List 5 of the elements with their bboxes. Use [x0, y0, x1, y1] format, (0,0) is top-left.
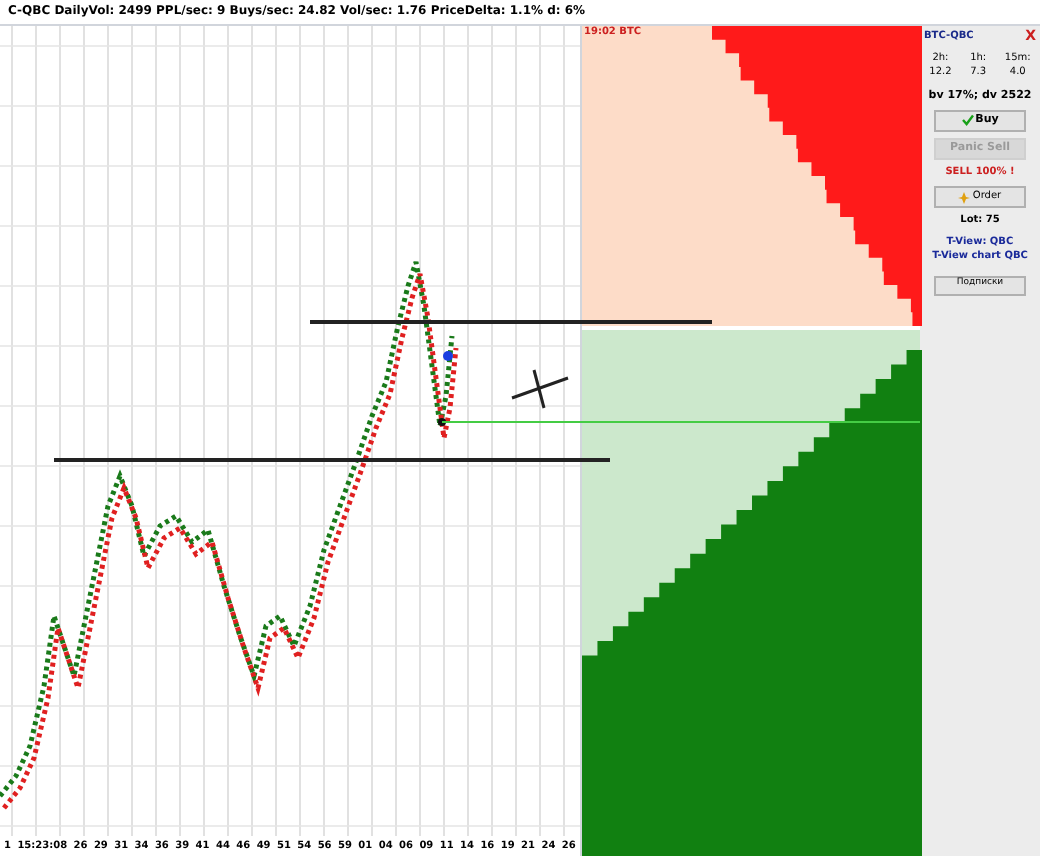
spark-icon [958, 191, 971, 204]
current-price-marker [443, 351, 453, 361]
entry-price-marker [438, 418, 446, 426]
cross-marker-drawing [511, 369, 569, 409]
check-icon [961, 114, 974, 127]
